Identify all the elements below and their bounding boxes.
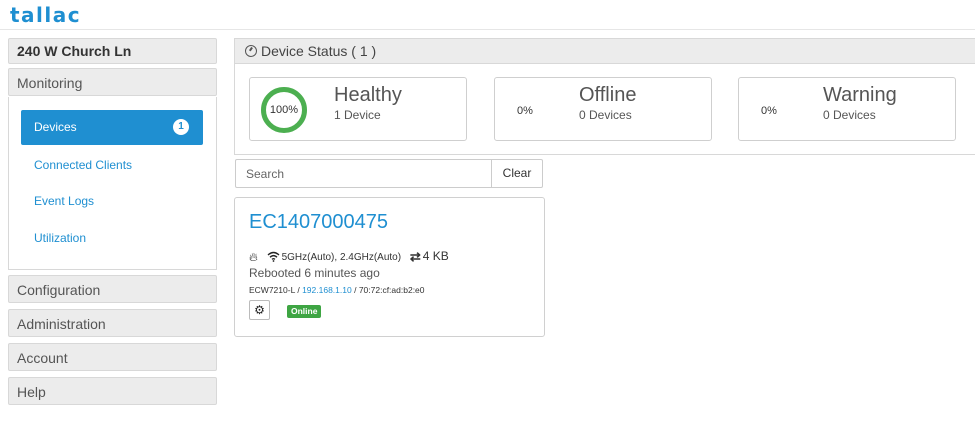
devices-count-badge: 1 — [173, 119, 189, 135]
gauge-icon — [245, 45, 257, 57]
sidebar-item-utilization[interactable]: Utilization — [21, 221, 203, 256]
offline-count: 0 Devices — [579, 108, 632, 122]
top-bar: tallac — [0, 0, 975, 30]
device-status-title: Device Status ( 1 ) — [261, 43, 377, 59]
device-reboot-time: Rebooted 6 minutes ago — [249, 266, 380, 280]
sidebar-item-connected-clients[interactable]: Connected Clients — [21, 148, 203, 183]
transfer-icon: ⇄ — [409, 249, 421, 264]
sidebar-section-configuration[interactable]: Configuration — [8, 275, 217, 303]
device-card: EC1407000475 🔥︎ 5GHz(Auto), 2.4GHz(Auto)… — [234, 197, 545, 337]
device-name-link[interactable]: EC1407000475 — [249, 211, 388, 234]
sidebar-item-label: Utilization — [34, 231, 87, 245]
warning-title: Warning — [823, 84, 897, 106]
clear-button[interactable]: Clear — [491, 159, 543, 188]
sidebar-item-label: Devices — [34, 120, 77, 134]
search-input[interactable] — [235, 159, 492, 188]
sidebar-item-devices[interactable]: Devices 1 — [21, 110, 203, 145]
warning-count: 0 Devices — [823, 108, 876, 122]
sidebar-section-monitoring[interactable]: Monitoring — [8, 68, 217, 96]
healthy-percent: 100% — [269, 104, 299, 116]
warning-card[interactable]: 0% Warning 0 Devices — [738, 77, 956, 141]
device-radio-info: 🔥︎ 5GHz(Auto), 2.4GHz(Auto) ⇄ 4 KB — [249, 249, 449, 265]
device-settings-button[interactable]: ⚙ — [249, 300, 270, 320]
device-model: ECW7210-L — [249, 285, 295, 295]
device-ip-link[interactable]: 192.168.1.10 — [302, 285, 352, 295]
sidebar-section-account[interactable]: Account — [8, 343, 217, 371]
healthy-ring: 100% — [261, 87, 307, 133]
sidebar-item-event-logs[interactable]: Event Logs — [21, 184, 203, 219]
device-radios: 5GHz(Auto), 2.4GHz(Auto) — [281, 252, 402, 263]
wifi-icon — [267, 251, 280, 262]
device-status-header: Device Status ( 1 ) — [234, 38, 975, 64]
sidebar-item-label: Event Logs — [34, 194, 95, 208]
gear-icon: ⚙ — [254, 303, 265, 317]
sidebar-section-administration[interactable]: Administration — [8, 309, 217, 337]
offline-title: Offline — [579, 84, 637, 106]
flame-icon: 🔥︎ — [249, 250, 258, 264]
healthy-title: Healthy — [334, 84, 402, 106]
warning-percent: 0% — [761, 105, 777, 117]
sidebar-item-label: Connected Clients — [34, 158, 133, 172]
device-mac: 70:72:cf:ad:b2:e0 — [358, 285, 425, 295]
offline-card[interactable]: 0% Offline 0 Devices — [494, 77, 712, 141]
sidebar-section-help[interactable]: Help — [8, 377, 217, 405]
status-badge: Online — [287, 305, 322, 318]
device-traffic: 4 KB — [422, 249, 449, 263]
offline-percent: 0% — [517, 105, 533, 117]
location-header[interactable]: 240 W Church Ln — [8, 38, 217, 64]
app-logo[interactable]: tallac — [10, 3, 81, 27]
healthy-count: 1 Device — [334, 108, 381, 122]
device-identifiers: ECW7210-L / 192.168.1.10 / 70:72:cf:ad:b… — [249, 285, 425, 295]
healthy-card[interactable]: 100% Healthy 1 Device — [249, 77, 467, 141]
